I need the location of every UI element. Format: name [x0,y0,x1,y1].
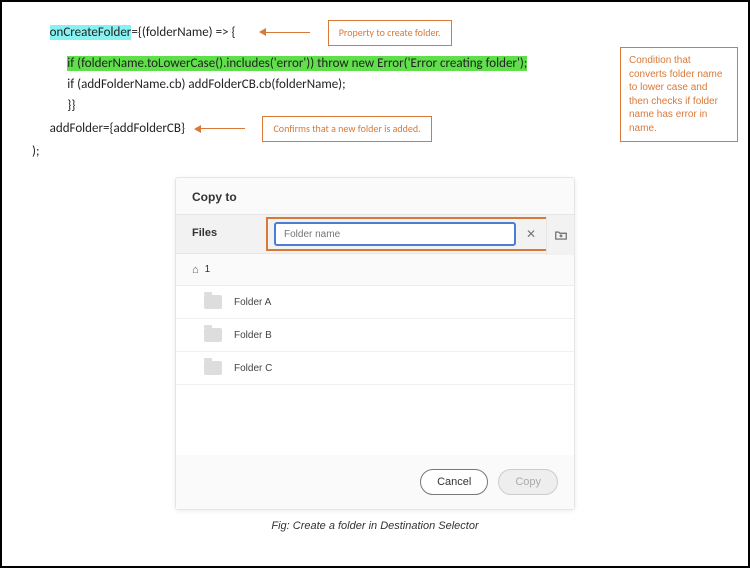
figure-caption: Fig: Create a folder in Destination Sele… [2,520,748,532]
new-folder-highlight: ✕ ✔ [266,217,572,251]
folder-label: Folder A [234,297,271,308]
folder-name-input[interactable] [274,222,516,246]
breadcrumb-icon: ⌂ [192,264,199,276]
folder-icon [204,295,222,309]
list-item[interactable]: Folder B [176,319,574,352]
cancel-button[interactable]: Cancel [420,469,488,495]
dialog-footer: Cancel Copy [176,455,574,509]
breadcrumb-path: 1 [205,264,211,275]
close-icon[interactable]: ✕ [522,227,540,241]
list-item[interactable]: Folder A [176,286,574,319]
callout-condition: Condition that converts folder name to l… [620,47,738,142]
arrow-left-icon [194,125,245,133]
list-item[interactable]: Folder C [176,352,574,385]
copy-to-dialog: Copy to Files ✕ ✔ ⌂ 1 Folder A Folder [175,177,575,510]
arrow-left-icon [259,28,310,36]
files-label: Files [176,215,266,253]
folder-label: Folder C [234,363,272,374]
highlight-prop: onCreateFolder [50,25,132,40]
folder-icon [204,328,222,342]
callout-confirm: Confirms that a new folder is added. [262,116,431,142]
copy-button[interactable]: Copy [498,469,558,495]
add-folder-icon[interactable] [546,215,574,255]
dialog-title: Copy to [176,178,574,214]
breadcrumb: ⌂ 1 [176,254,574,286]
folder-list: Folder A Folder B Folder C [176,286,574,455]
folder-label: Folder B [234,330,272,341]
highlight-condition: if (folderName.toLowerCase().includes('e… [67,56,527,71]
folder-icon [204,361,222,375]
callout-property: Property to create folder. [328,20,452,46]
